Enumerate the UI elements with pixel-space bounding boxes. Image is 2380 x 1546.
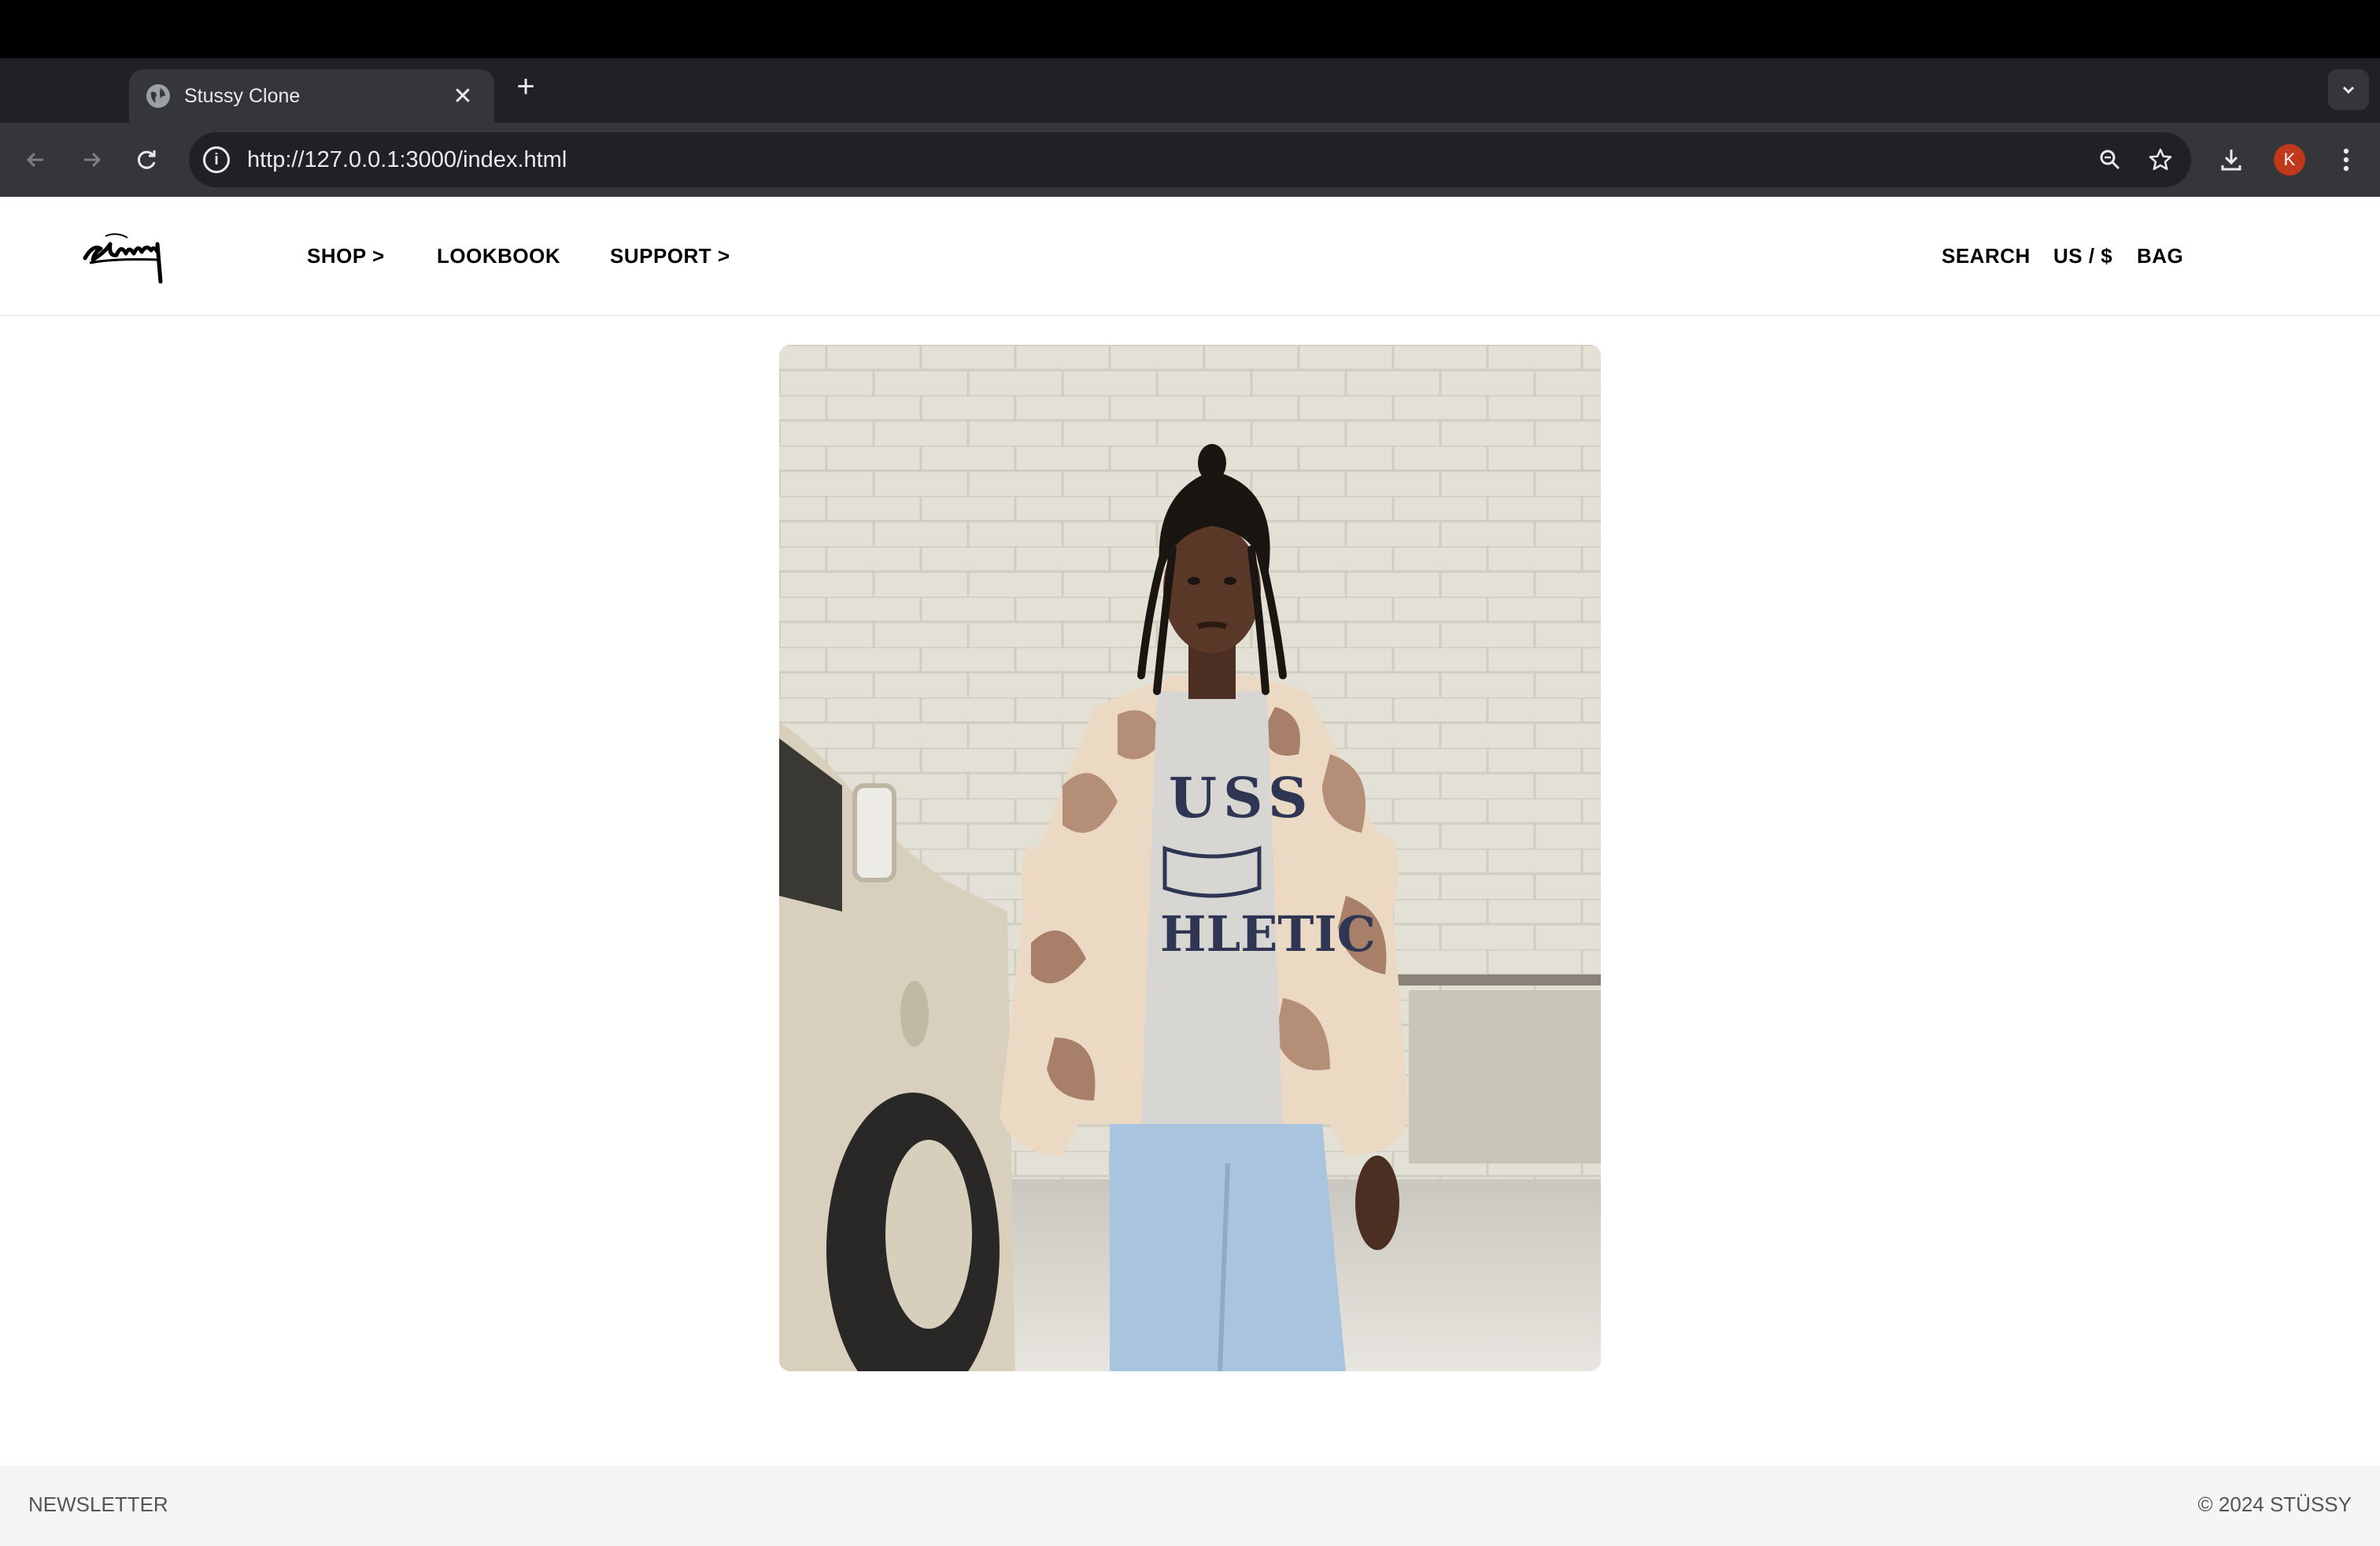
bookmark-star-icon[interactable] xyxy=(2141,140,2180,179)
browser-tab[interactable]: Stussy Clone ✕ xyxy=(129,69,494,123)
close-tab-icon[interactable]: ✕ xyxy=(449,82,477,110)
reload-button[interactable] xyxy=(128,140,167,179)
browser-menu-button[interactable] xyxy=(2326,140,2366,179)
forward-button[interactable] xyxy=(72,140,112,179)
kebab-menu-icon xyxy=(2343,148,2349,172)
reload-icon xyxy=(137,150,156,169)
back-button[interactable] xyxy=(16,140,55,179)
nav-region-currency[interactable]: US / $ xyxy=(2053,244,2112,268)
new-tab-button[interactable]: + xyxy=(510,71,541,102)
downloads-button[interactable] xyxy=(2212,140,2251,179)
svg-text:HLETIC: HLETIC xyxy=(1160,905,1376,963)
chevron-down-icon xyxy=(2342,86,2355,94)
nav-lookbook[interactable]: LOOKBOOK xyxy=(437,244,560,268)
nav-support[interactable]: SUPPORT > xyxy=(610,244,730,268)
nav-search[interactable]: SEARCH xyxy=(1942,244,2031,268)
stussy-logo[interactable] xyxy=(82,220,168,284)
browser-toolbar: i http://127.0.0.1:3000/index.html K xyxy=(0,123,2380,197)
newsletter-link[interactable]: NEWSLETTER xyxy=(28,1492,168,1517)
globe-icon xyxy=(146,84,170,108)
download-icon xyxy=(2221,150,2241,171)
tab-search-button[interactable] xyxy=(2328,69,2369,110)
copyright-text: © 2024 STÜSSY xyxy=(2197,1492,2352,1516)
site-footer: NEWSLETTER © 2024 STÜSSY xyxy=(0,1466,2380,1546)
browser-tab-strip: Stussy Clone ✕ + xyxy=(0,58,2380,123)
svg-text:USS: USS xyxy=(1169,765,1314,830)
os-menu-bar xyxy=(0,0,2380,58)
arrow-left-icon xyxy=(26,152,43,168)
arrow-right-icon xyxy=(84,152,102,168)
hero-image[interactable]: USS HLETIC xyxy=(779,345,1601,1371)
tab-title: Stussy Clone xyxy=(184,84,301,107)
site-header: SHOP > LOOKBOOK SUPPORT > SEARCH US / $ … xyxy=(0,197,2380,316)
site-info-icon[interactable]: i xyxy=(203,146,230,173)
address-bar[interactable]: i http://127.0.0.1:3000/index.html xyxy=(189,132,2191,187)
profile-button[interactable]: K xyxy=(2270,140,2309,179)
zoom-icon[interactable] xyxy=(2090,140,2130,179)
nav-bag[interactable]: BAG xyxy=(2137,244,2183,268)
avatar: K xyxy=(2274,144,2305,176)
url-text[interactable]: http://127.0.0.1:3000/index.html xyxy=(247,147,2090,173)
nav-shop[interactable]: SHOP > xyxy=(307,244,385,268)
